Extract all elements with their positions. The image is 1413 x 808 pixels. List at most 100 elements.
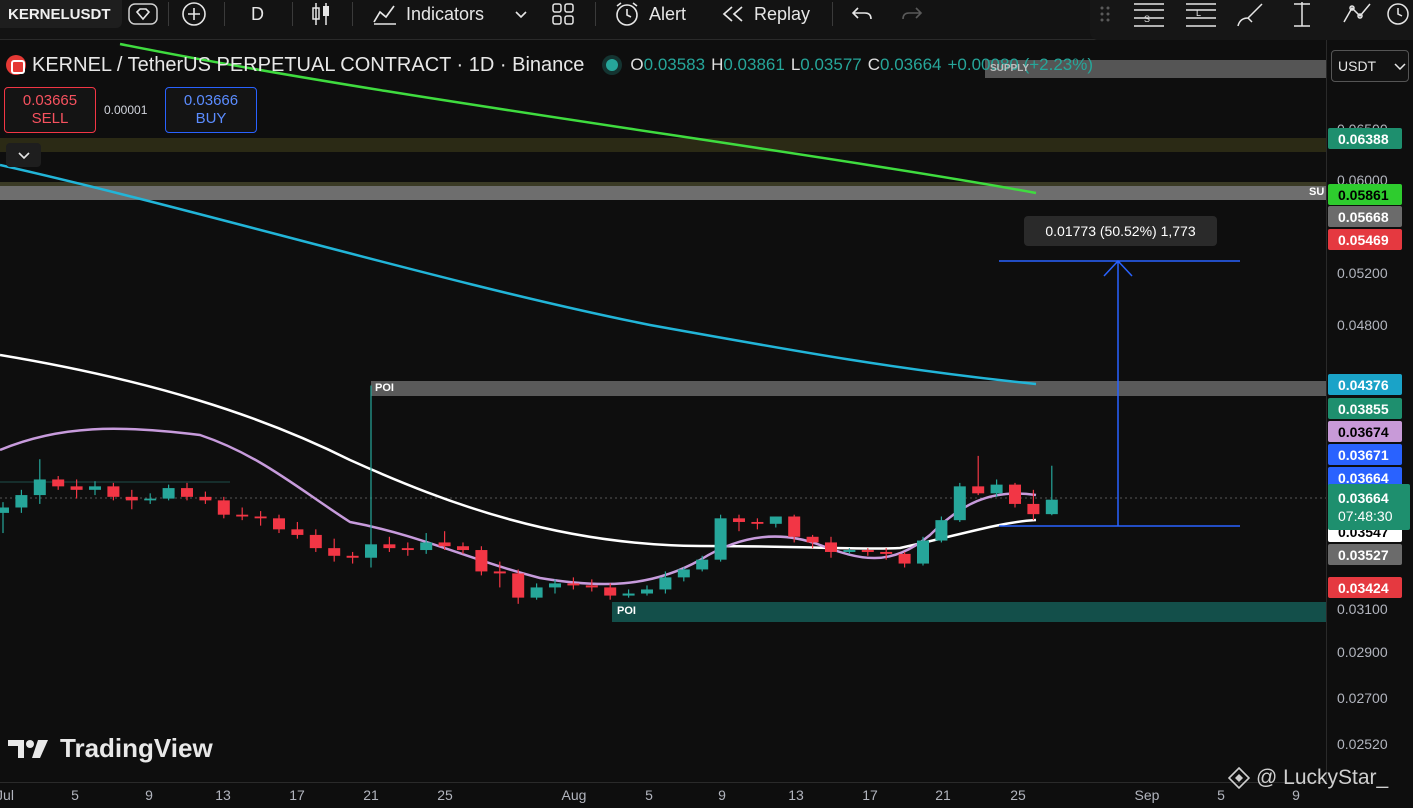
indicators-button[interactable]: Indicators xyxy=(372,0,484,28)
legend-high: 0.03861 xyxy=(723,55,785,74)
time-tick: 25 xyxy=(1010,787,1026,803)
price-chart[interactable] xyxy=(0,40,1326,782)
candle-up[interactable] xyxy=(677,569,690,578)
candle-up[interactable] xyxy=(1045,499,1058,515)
candle-down[interactable] xyxy=(493,571,506,574)
buy-button[interactable]: 0.03666 BUY xyxy=(165,87,257,133)
candle-down[interactable] xyxy=(107,486,120,497)
candle-down[interactable] xyxy=(273,518,285,530)
candle-down[interactable] xyxy=(567,583,580,586)
candle-down[interactable] xyxy=(751,521,764,524)
chart-pane[interactable] xyxy=(0,40,1326,782)
legend-close: 0.03664 xyxy=(880,55,942,74)
candle-up[interactable] xyxy=(696,559,709,570)
undo-icon xyxy=(851,7,872,20)
candle-down[interactable] xyxy=(438,542,451,547)
candle-up[interactable] xyxy=(420,542,433,551)
candle-down[interactable] xyxy=(70,486,83,490)
price-tick: 0.02700 xyxy=(1337,690,1388,706)
candle-down[interactable] xyxy=(585,585,598,588)
candle-down[interactable] xyxy=(346,555,359,558)
candle-down[interactable] xyxy=(52,479,65,487)
candle-down[interactable] xyxy=(309,534,322,549)
author-watermark: @ LuckyStar_ xyxy=(1228,766,1388,790)
candle-down[interactable] xyxy=(328,548,341,556)
currency-button[interactable]: USDT xyxy=(1331,50,1409,82)
symbol-search-button[interactable]: KERNELUSDT xyxy=(0,0,122,28)
redo-button[interactable] xyxy=(900,0,924,28)
drawing-tools-panel: S L xyxy=(1090,0,1413,40)
watchlist-compare-button[interactable] xyxy=(128,0,158,28)
candle-down[interactable] xyxy=(254,516,267,519)
candle-down[interactable] xyxy=(383,544,396,549)
candle-down[interactable] xyxy=(125,496,138,501)
candle-down[interactable] xyxy=(181,488,193,497)
candle-up[interactable] xyxy=(953,486,966,521)
indicators-icon xyxy=(373,5,396,25)
candle-down[interactable] xyxy=(1009,484,1021,504)
candle-up[interactable] xyxy=(0,507,9,513)
price-badge: 0.06388 xyxy=(1328,128,1402,149)
replay-button[interactable]: Replay xyxy=(720,0,810,28)
compare-symbol-button[interactable] xyxy=(180,0,208,28)
candle-up[interactable] xyxy=(714,518,727,560)
poi-zone-upper xyxy=(371,381,1326,396)
candle-up[interactable] xyxy=(917,540,929,564)
svg-text:S: S xyxy=(1144,14,1150,24)
candle-up[interactable] xyxy=(162,488,175,499)
candle-up[interactable] xyxy=(15,495,28,508)
chevron-down-icon xyxy=(515,11,527,19)
alarm-clock-icon xyxy=(616,2,638,26)
sell-button[interactable]: 0.03665 SELL xyxy=(4,87,96,133)
candle-up[interactable] xyxy=(641,589,653,594)
indicators-dropdown[interactable] xyxy=(514,0,528,28)
candle-up[interactable] xyxy=(843,550,856,552)
candle-up[interactable] xyxy=(33,479,46,496)
candle-down[interactable] xyxy=(512,573,525,598)
candle-down[interactable] xyxy=(604,587,617,596)
candle-up[interactable] xyxy=(549,583,561,588)
time-tick: 25 xyxy=(437,787,453,803)
interval-button[interactable]: D xyxy=(251,0,264,28)
candle-down[interactable] xyxy=(236,514,249,517)
candle-down[interactable] xyxy=(861,550,874,552)
resistance-zone-line xyxy=(0,182,1326,186)
time-tick: 5 xyxy=(71,787,79,803)
candle-down[interactable] xyxy=(291,529,304,535)
candle-down[interactable] xyxy=(898,553,911,564)
candle-down[interactable] xyxy=(199,496,212,501)
chart-type-button[interactable] xyxy=(309,0,333,28)
alert-button[interactable]: Alert xyxy=(613,0,686,28)
candle-down[interactable] xyxy=(217,500,230,515)
candle-down[interactable] xyxy=(825,542,837,552)
collapse-legend-button[interactable] xyxy=(6,143,41,167)
templates-button[interactable] xyxy=(551,0,575,28)
candle-up[interactable] xyxy=(89,486,101,490)
candle-up[interactable] xyxy=(769,516,782,524)
candle-down[interactable] xyxy=(733,518,745,522)
candle-down[interactable] xyxy=(972,486,985,494)
candle-down[interactable] xyxy=(788,516,801,537)
legend-high-key: H xyxy=(711,55,724,74)
time-tick: 21 xyxy=(935,787,951,803)
legend-open-key: O xyxy=(630,55,644,74)
undo-button[interactable] xyxy=(850,0,874,28)
candle-up[interactable] xyxy=(144,498,157,501)
candle-down[interactable] xyxy=(401,548,414,551)
candle-up[interactable] xyxy=(365,544,377,558)
candle-down[interactable] xyxy=(475,550,488,572)
candle-down[interactable] xyxy=(806,536,819,543)
time-axis[interactable] xyxy=(0,782,1326,808)
candle-down[interactable] xyxy=(457,546,469,551)
time-tick: 9 xyxy=(718,787,726,803)
price-badge: 0.03671 xyxy=(1328,444,1402,465)
time-tick: 13 xyxy=(215,787,231,803)
candle-up[interactable] xyxy=(935,520,948,541)
candle-up[interactable] xyxy=(622,593,635,596)
candle-up[interactable] xyxy=(990,484,1003,494)
candle-down[interactable] xyxy=(1027,503,1040,515)
price-badge: 0.05861 xyxy=(1328,184,1402,205)
candle-up[interactable] xyxy=(530,587,543,598)
candle-down[interactable] xyxy=(880,551,893,554)
candle-up[interactable] xyxy=(659,577,672,590)
